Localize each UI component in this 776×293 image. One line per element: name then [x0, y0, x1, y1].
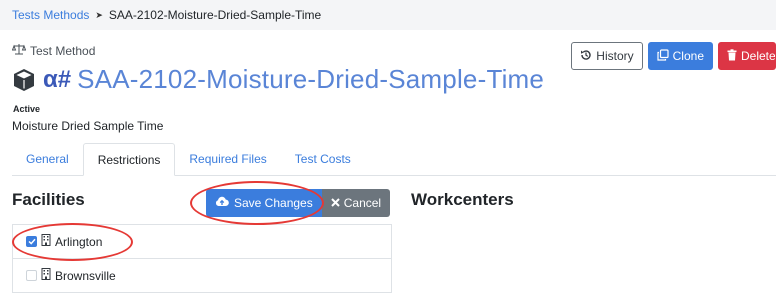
- breadcrumb-current: SAA-2102-Moisture-Dried-Sample-Time: [108, 8, 322, 22]
- building-icon: [41, 268, 51, 283]
- section-label: Test Method: [11, 43, 96, 58]
- page-subtitle: Moisture Dried Sample Time: [12, 119, 164, 133]
- list-item: Arlington: [13, 225, 391, 259]
- tab-required-files[interactable]: Required Files: [175, 143, 280, 175]
- cloud-upload-icon: [215, 196, 229, 210]
- tab-test-costs[interactable]: Test Costs: [281, 143, 365, 175]
- delete-button[interactable]: Delete: [718, 42, 776, 70]
- facility-name: Arlington: [55, 234, 103, 249]
- breadcrumb: Tests Methods ➤ SAA-2102-Moisture-Dried-…: [0, 0, 776, 30]
- save-changes-label: Save Changes: [234, 196, 313, 210]
- header-actions: History Clone Delete: [571, 42, 776, 70]
- delete-label: Delete: [741, 49, 776, 63]
- title-prefix: α#: [43, 65, 72, 93]
- form-actions: Save Changes Cancel: [206, 189, 391, 217]
- clone-button[interactable]: Clone: [647, 42, 713, 70]
- breadcrumb-link-tests-methods[interactable]: Tests Methods: [12, 8, 89, 22]
- facility-list: Arlington Brownsville: [12, 224, 392, 293]
- workcenters-heading: Workcenters: [411, 190, 514, 209]
- tab-general[interactable]: General: [12, 143, 83, 175]
- building-icon: [41, 234, 51, 249]
- copy-icon: [657, 48, 669, 64]
- save-changes-button[interactable]: Save Changes: [206, 189, 322, 217]
- history-icon: [580, 49, 592, 64]
- scale-icon: [11, 43, 27, 58]
- close-icon: [331, 196, 340, 210]
- history-label: History: [596, 49, 634, 63]
- facility-name: Brownsville: [55, 268, 116, 283]
- trash-icon: [727, 48, 737, 64]
- facilities-heading: Facilities: [12, 190, 85, 209]
- facility-checkbox[interactable]: [26, 236, 37, 247]
- check-icon: [27, 238, 36, 245]
- title-text: SAA-2102-Moisture-Dried-Sample-Time: [77, 64, 545, 94]
- history-button[interactable]: History: [571, 42, 643, 70]
- breadcrumb-separator-icon: ➤: [95, 9, 103, 20]
- cancel-label: Cancel: [343, 196, 382, 210]
- section-label-text: Test Method: [30, 43, 96, 58]
- page-title: α# SAA-2102-Moisture-Dried-Sample-Time: [11, 64, 544, 95]
- facility-checkbox[interactable]: [26, 270, 37, 281]
- cancel-button[interactable]: Cancel: [321, 189, 391, 217]
- cube-icon: [11, 67, 37, 93]
- clone-label: Clone: [672, 49, 704, 63]
- status-badge: Active: [13, 104, 41, 114]
- tab-restrictions[interactable]: Restrictions: [82, 143, 176, 176]
- tab-bar: General Restrictions Required Files Test…: [12, 143, 776, 176]
